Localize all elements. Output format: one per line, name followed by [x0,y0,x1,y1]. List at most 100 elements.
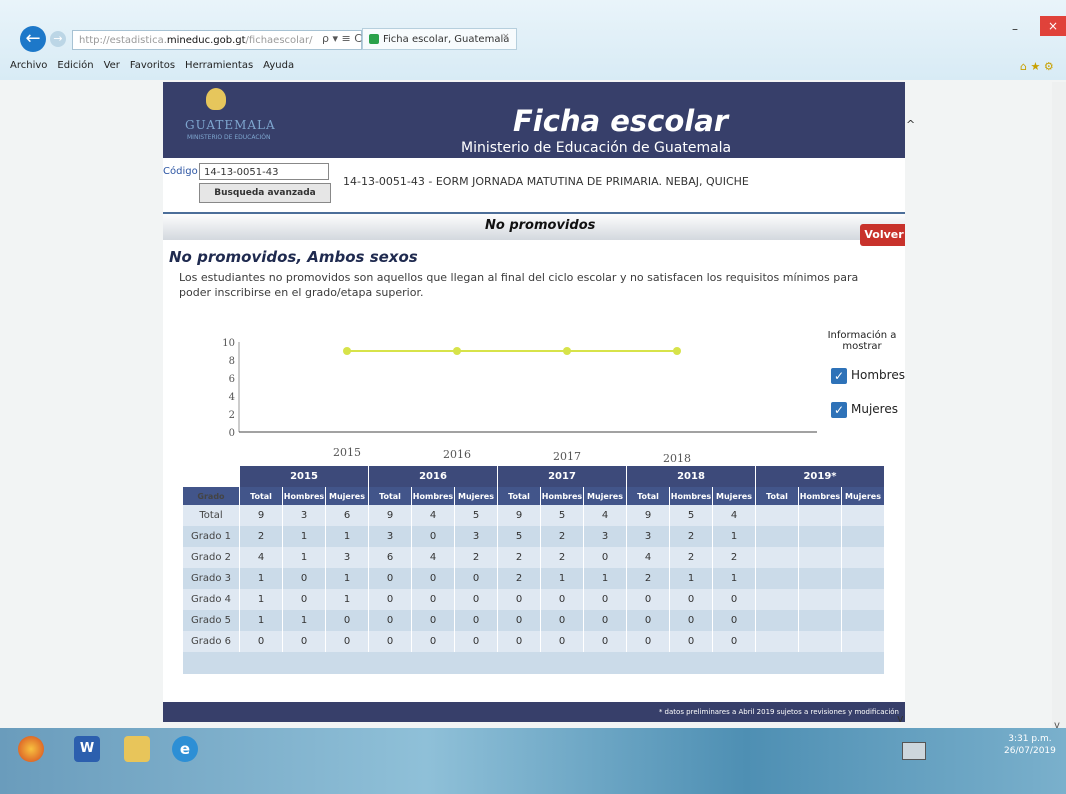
table-cell: 4 [626,547,670,568]
table-cell: 1 [325,568,369,589]
table-cell: 0 [282,589,326,610]
footer-bar: * datos preliminares a Abril 2019 sujeto… [163,702,905,722]
table-cell: 6 [325,505,369,526]
table-cell: 2 [626,568,670,589]
table-cell: 1 [325,589,369,610]
table-cell: 2 [497,547,541,568]
table-cell: 2 [540,547,584,568]
table-cell: 2 [669,526,713,547]
codigo-input[interactable]: 14-13-0051-43 [199,163,329,180]
year-header: 2016 [368,466,498,487]
y-tick-label: 6 [229,374,235,385]
year-header: 2017 [497,466,627,487]
table-spacer-row [183,652,885,674]
table-cell: 0 [454,568,498,589]
menu-item-4[interactable]: Herramientas [185,60,253,71]
table-cell [755,631,799,652]
mujeres-checkbox[interactable]: ✓ [831,402,847,418]
year-header: 2015 [239,466,369,487]
page-scroll-up-icon[interactable]: ^ [906,118,915,131]
table-cell: 0 [540,631,584,652]
table-cell: 0 [497,631,541,652]
section-title: No promovidos [485,218,596,233]
browser-scrollbar[interactable] [1052,82,1066,732]
minimize-button[interactable]: – [1012,22,1018,36]
table-cell [841,631,885,652]
table-cell: 0 [669,631,713,652]
table-row: Grado 3101000211211 [183,568,885,589]
table-cell: 0 [669,610,713,631]
table-cell [755,526,799,547]
data-point [453,347,461,355]
hombres-checkbox[interactable]: ✓ [831,368,847,384]
column-header: Total [239,487,283,505]
menu-item-0[interactable]: Archivo [10,60,47,71]
table-cell [798,547,842,568]
internet-explorer-icon[interactable]: e [172,736,198,762]
menu-item-1[interactable]: Edición [57,60,93,71]
file-explorer-icon[interactable] [124,736,150,762]
logo-text: GUATEMALA [185,118,276,132]
table-cell: 2 [712,547,756,568]
column-header: Hombres [540,487,584,505]
advanced-search-button[interactable]: Busqueda avanzada [199,183,331,203]
arrow-right-icon: → [53,32,63,45]
page-subtitle: Ministerio de Educación de Guatemala [461,140,732,156]
address-bar[interactable]: http://estadistica.mineduc.gob.gt/fichae… [72,30,362,50]
table-cell: 1 [325,526,369,547]
table-cell: 2 [540,526,584,547]
page-content: GUATEMALA MINISTERIO DE EDUCACIÓN Ficha … [163,82,905,722]
grade-label: Grado 3 [183,568,240,589]
tab-close-icon[interactable]: × [502,32,510,42]
home-favorites-settings-icons[interactable]: ⌂ ★ ⚙ [1020,60,1054,73]
table-cell: 0 [626,610,670,631]
line-chart: 0 2 4 6 8 10 2015 2016 2017 2018 [222,338,817,465]
y-tick-label: 0 [229,428,235,439]
menu-item-2[interactable]: Ver [104,60,120,71]
table-cell: 0 [712,589,756,610]
table-cell [798,589,842,610]
table-cell: 0 [454,610,498,631]
table-cell: 2 [239,526,283,547]
menu-item-3[interactable]: Favoritos [130,60,175,71]
table-cell: 0 [540,589,584,610]
table-cell [841,610,885,631]
table-cell: 9 [239,505,283,526]
year-header: 2019* [755,466,885,487]
back-button[interactable]: ← [20,26,46,52]
table-cell: 0 [454,589,498,610]
keyboard-icon[interactable] [902,742,926,760]
firefox-icon[interactable] [18,736,44,762]
table-cell: 9 [626,505,670,526]
volver-button[interactable]: Volver [860,224,905,246]
table-cell: 0 [454,631,498,652]
menu-item-5[interactable]: Ayuda [263,60,294,71]
table-cell: 1 [239,568,283,589]
browser-tab[interactable]: Ficha escolar, Guatemala [362,28,517,50]
table-cell [798,526,842,547]
word-icon[interactable]: W [74,736,100,762]
search-refresh-icons[interactable]: ρ ▾ ≡ C [322,32,362,45]
data-point [343,347,351,355]
table-cell: 4 [712,505,756,526]
column-header: Mujeres [583,487,627,505]
table-cell [841,547,885,568]
clock[interactable]: 3:31 p.m. 26/07/2019 [1004,733,1056,757]
url-domain: mineduc.gob.gt [166,35,246,46]
table-cell: 3 [626,526,670,547]
column-header: Hombres [798,487,842,505]
table-cell: 2 [454,547,498,568]
forward-button[interactable]: → [50,31,66,47]
table-cell: 6 [368,547,412,568]
table-cell: 3 [282,505,326,526]
grade-label: Total [183,505,240,526]
close-window-button[interactable]: × [1040,16,1066,36]
table-cell: 0 [626,589,670,610]
table-row: Grado 5110000000000 [183,610,885,631]
page-scroll-down-icon[interactable]: v [897,712,904,725]
table-cell: 0 [368,589,412,610]
column-header: Total [755,487,799,505]
table-cell [841,526,885,547]
table-cell: 5 [669,505,713,526]
content-title: No promovidos, Ambos sexos [169,248,418,266]
